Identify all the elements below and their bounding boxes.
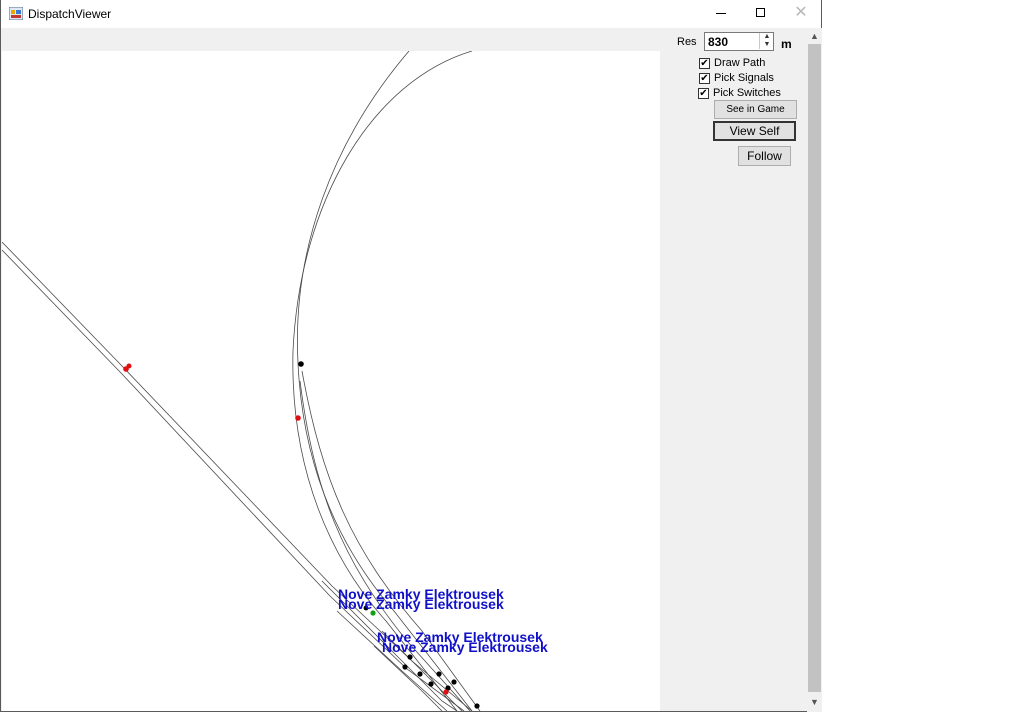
see-in-game-button[interactable]: See in Game — [714, 100, 797, 119]
signal-black[interactable] — [451, 679, 457, 685]
track-curve-outer — [292, 51, 473, 711]
signal-black[interactable] — [436, 671, 442, 677]
draw-path-label[interactable]: Draw Path — [714, 57, 765, 69]
app-icon — [9, 7, 23, 20]
signal-red[interactable] — [443, 689, 449, 695]
track-map[interactable] — [2, 51, 660, 711]
signal-black[interactable] — [407, 654, 413, 660]
close-button[interactable]: ✕ — [781, 0, 821, 28]
spin-down-icon[interactable]: ▼ — [759, 41, 774, 49]
signal-black[interactable] — [428, 681, 434, 687]
station-label[interactable]: Nove Zamky Elektrousek — [338, 597, 504, 611]
pick-switches-checkbox[interactable]: ✔ — [698, 88, 709, 99]
dispatch-viewer-window: DispatchViewer ✕ Nove Zamky Elektrousek … — [0, 0, 822, 712]
pick-signals-label[interactable]: Pick Signals — [714, 72, 774, 84]
signals[interactable] — [123, 361, 480, 709]
track-curve-branch-a — [301, 370, 481, 711]
minimize-icon — [716, 13, 726, 14]
station-label[interactable]: Nove Zamky Elektrousek — [382, 640, 548, 654]
track-lines — [2, 51, 481, 711]
maximize-button[interactable] — [741, 0, 781, 28]
control-panel: Res ▲ ▼ m ✔ Draw Path ✔ Pick Signals ✔ P… — [661, 28, 807, 712]
view-self-button[interactable]: View Self — [713, 121, 796, 141]
signal-black[interactable] — [402, 664, 408, 670]
dispatch-map-canvas[interactable]: Nove Zamky Elektrousek Nove Zamky Elektr… — [2, 51, 660, 711]
pick-switches-label[interactable]: Pick Switches — [713, 87, 781, 99]
unit-label: m — [781, 37, 792, 51]
scroll-up-icon[interactable]: ▲ — [807, 28, 822, 44]
maximize-icon — [756, 8, 765, 17]
spin-up-icon[interactable]: ▲ — [759, 33, 774, 41]
draw-path-checkbox[interactable]: ✔ — [699, 58, 710, 69]
signal-red[interactable] — [126, 363, 132, 369]
resolution-spinner[interactable]: ▲ ▼ — [704, 32, 774, 51]
follow-button[interactable]: Follow — [738, 146, 791, 166]
signal-black[interactable] — [417, 671, 423, 677]
scroll-down-icon[interactable]: ▼ — [807, 694, 822, 710]
title-bar: DispatchViewer ✕ — [1, 0, 821, 28]
signal-black[interactable] — [298, 361, 304, 367]
scroll-thumb[interactable] — [808, 44, 821, 692]
pick-signals-checkbox[interactable]: ✔ — [699, 73, 710, 84]
resolution-input[interactable] — [708, 34, 756, 49]
track-station-b — [336, 610, 448, 711]
signal-black[interactable] — [474, 703, 480, 709]
window-title: DispatchViewer — [28, 7, 112, 21]
close-icon: ✕ — [794, 4, 808, 21]
res-label: Res — [677, 36, 697, 48]
vertical-scrollbar[interactable]: ▲ ▼ — [807, 28, 822, 712]
minimize-button[interactable] — [701, 0, 741, 28]
signal-red[interactable] — [295, 415, 301, 421]
